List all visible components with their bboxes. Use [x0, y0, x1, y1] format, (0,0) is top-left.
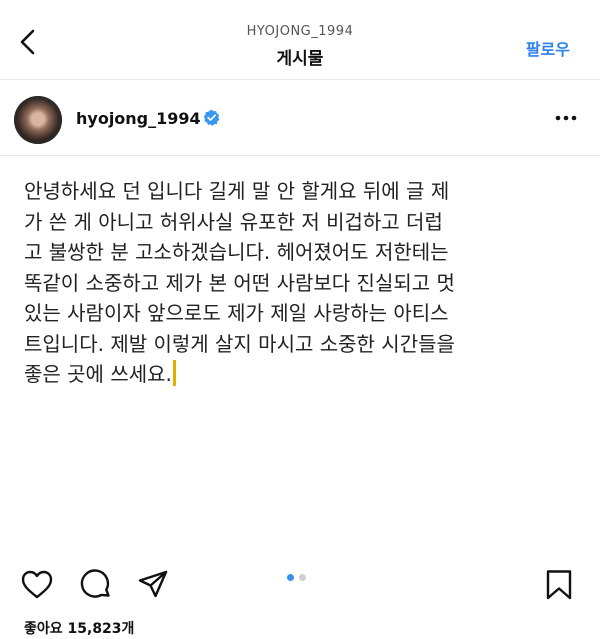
follow-button[interactable]: 팔로우	[526, 36, 570, 60]
post-header: hyojong_1994	[0, 80, 600, 156]
more-options-icon[interactable]	[554, 108, 578, 128]
share-icon[interactable]	[136, 568, 170, 602]
carousel-dot	[299, 574, 306, 581]
verified-badge-icon	[203, 109, 220, 126]
heart-icon[interactable]	[20, 568, 54, 602]
text-cursor	[172, 360, 176, 386]
bookmark-icon[interactable]	[542, 568, 576, 602]
comment-icon[interactable]	[79, 568, 113, 602]
post-caption-text: 안녕하세요 던 입니다 길게 말 안 할게요 뒤에 글 제 가 쓴 게 아니고 …	[24, 179, 455, 386]
page-title: 게시물	[276, 49, 324, 69]
header-account-id: HYOJONG_1994	[246, 24, 354, 39]
top-bar: HYOJONG_1994 게시물 팔로우	[0, 0, 600, 80]
carousel-dots	[287, 574, 306, 581]
carousel-dot	[287, 574, 294, 581]
action-bar	[0, 560, 600, 610]
post-username[interactable]: hyojong_1994	[76, 109, 201, 128]
post-caption: 안녕하세요 던 입니다 길게 말 안 할게요 뒤에 글 제 가 쓴 게 아니고 …	[24, 176, 580, 390]
likes-count[interactable]: 좋아요 15,823개	[24, 618, 134, 638]
avatar[interactable]	[14, 96, 62, 144]
